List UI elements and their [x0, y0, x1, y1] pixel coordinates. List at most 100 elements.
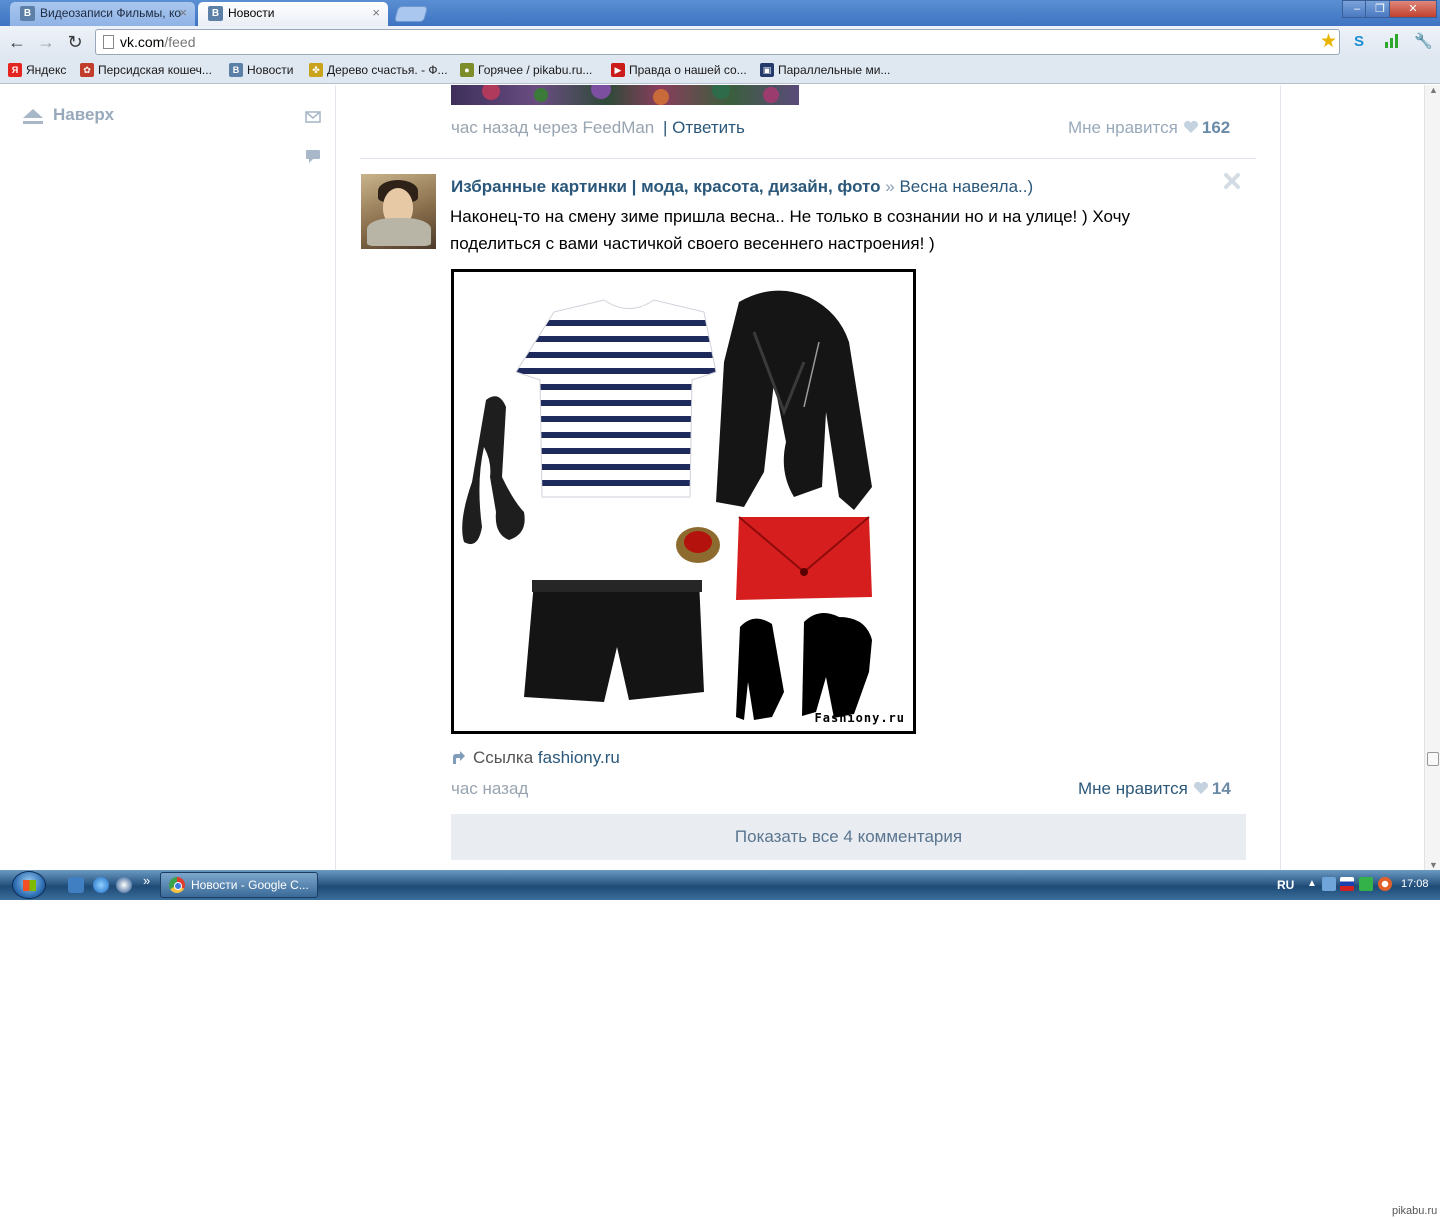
- bookmark-label: Новости: [247, 63, 294, 77]
- red-clutch: [736, 517, 872, 600]
- bookmarks-bar: Я Яндекс ✿ Персидская кошеч... В Новости…: [0, 58, 1440, 84]
- tab-news[interactable]: В Новости ×: [198, 2, 388, 26]
- new-tab-button[interactable]: [393, 6, 429, 22]
- chrome-icon: [169, 877, 185, 893]
- windows-logo-icon: [23, 880, 36, 891]
- russian-flag-icon[interactable]: [1340, 877, 1354, 891]
- scroll-up-arrow[interactable]: ▲: [1429, 85, 1438, 95]
- clock: 17:08: [1401, 878, 1429, 890]
- post-author-link[interactable]: Избранные картинки | мода, красота, диза…: [451, 177, 881, 196]
- bookmark-tree[interactable]: ✤ Дерево счастья. - Ф...: [309, 63, 448, 77]
- heart-icon: [1183, 120, 1198, 133]
- post-image[interactable]: Fashiony.ru: [451, 269, 916, 734]
- post-text: Наконец-то на смену зиме пришла весна.. …: [450, 207, 1130, 253]
- pikabu-icon: ●: [460, 63, 474, 77]
- browser-titlebar: В Видеозаписи Фильмы, ко × В Новости × –…: [0, 0, 1440, 26]
- previous-post-like[interactable]: Мне нравится 162: [1068, 118, 1230, 138]
- post-divider: [360, 158, 1256, 159]
- bookmark-label: Параллельные ми...: [778, 63, 891, 77]
- bookmark-star-icon[interactable]: ★: [1320, 30, 1337, 54]
- yandex-icon: Я: [8, 63, 22, 77]
- flower-icon: ✿: [80, 63, 94, 77]
- network-icon[interactable]: [1322, 877, 1336, 891]
- link-url[interactable]: fashiony.ru: [538, 748, 620, 767]
- windows-taskbar: » Новости - Google C... RU ▲ 17:08: [0, 870, 1440, 900]
- up-arrow-icon: [23, 109, 43, 124]
- show-desktop-icon[interactable]: [68, 877, 84, 893]
- clapper-icon: ▣: [760, 63, 774, 77]
- previous-post-time: час назад через FeedMan: [451, 118, 655, 137]
- post-like-button[interactable]: Мне нравится 14: [1078, 779, 1231, 799]
- taskbar-chrome-window[interactable]: Новости - Google C...: [160, 872, 318, 898]
- skype-icon[interactable]: S: [1350, 33, 1368, 51]
- like-count: 14: [1211, 779, 1231, 798]
- close-post-icon[interactable]: [1222, 171, 1242, 191]
- bookmark-parallel[interactable]: ▣ Параллельные ми...: [760, 63, 890, 77]
- reload-button[interactable]: ↻: [64, 31, 86, 53]
- back-button[interactable]: ←: [6, 31, 28, 53]
- quick-launch-more[interactable]: »: [143, 873, 150, 888]
- scroll-to-top-button[interactable]: Наверх: [22, 105, 114, 125]
- page-icon: [103, 35, 114, 49]
- tray-expand-icon[interactable]: ▲: [1307, 878, 1317, 889]
- scroll-to-top-label: Наверх: [53, 105, 115, 124]
- tree-icon: ✤: [309, 63, 323, 77]
- screen: В Видеозаписи Фильмы, ко × В Новости × –…: [0, 0, 1440, 900]
- close-icon[interactable]: ×: [179, 2, 187, 24]
- group-avatar[interactable]: [361, 174, 436, 249]
- like-label: Мне нравится: [1078, 779, 1188, 798]
- bookmark-youtube[interactable]: ▶ Правда о нашей со...: [611, 63, 747, 77]
- link-arrow-icon: [453, 751, 465, 764]
- content-border: [1280, 85, 1281, 870]
- post-subtitle-link[interactable]: Весна навеяла..): [899, 177, 1033, 196]
- bookmark-persian-cat[interactable]: ✿ Персидская кошеч...: [80, 63, 212, 77]
- bookmark-label: Правда о нашей со...: [629, 63, 747, 77]
- post-header-separator: »: [885, 177, 895, 196]
- wrench-icon[interactable]: 🔧: [1414, 33, 1433, 51]
- page-scrollbar[interactable]: ▲ ▼: [1424, 85, 1440, 870]
- bookmark-yandex[interactable]: Я Яндекс: [8, 63, 66, 77]
- messages-icon[interactable]: [305, 110, 321, 124]
- heart-icon: [1193, 781, 1208, 794]
- bookmark-label: Персидская кошеч...: [98, 63, 212, 77]
- vk-icon: В: [20, 6, 35, 21]
- vk-icon: В: [208, 6, 223, 21]
- previous-post-image[interactable]: [451, 85, 799, 105]
- media-player-icon[interactable]: [116, 877, 132, 893]
- reply-link[interactable]: Ответить: [672, 118, 745, 137]
- bookmark-pikabu[interactable]: ● Горячее / pikabu.ru...: [460, 63, 592, 77]
- tab-videos[interactable]: В Видеозаписи Фильмы, ко ×: [10, 2, 195, 26]
- striped-tshirt: [516, 300, 716, 497]
- post-header: Избранные картинки | мода, красота, диза…: [451, 177, 1033, 197]
- chat-icon[interactable]: [305, 149, 321, 163]
- tray-app-icon[interactable]: [1378, 877, 1392, 891]
- like-count: 162: [1201, 118, 1231, 137]
- internet-explorer-icon[interactable]: [93, 877, 109, 893]
- avatar-scarf: [367, 218, 431, 246]
- window-close-button[interactable]: ✕: [1389, 0, 1437, 18]
- scrollbar-thumb[interactable]: [1427, 752, 1439, 766]
- signal-bars-icon[interactable]: [1383, 33, 1401, 51]
- start-button[interactable]: [12, 871, 46, 899]
- leather-shorts: [524, 580, 704, 702]
- youtube-icon: ▶: [611, 63, 625, 77]
- black-ankle-boots: [736, 618, 784, 720]
- language-indicator[interactable]: RU: [1277, 878, 1294, 892]
- left-column: Наверх: [0, 85, 336, 870]
- antivirus-icon[interactable]: [1359, 877, 1373, 891]
- address-path: /feed: [164, 34, 196, 50]
- page-content: Наверх час назад через FeedMan | Ответит…: [0, 85, 1440, 870]
- bookmark-news[interactable]: В Новости: [229, 63, 293, 77]
- post-link-row: Ссылка fashiony.ru: [451, 748, 620, 768]
- tab-label: Новости: [228, 6, 275, 20]
- previous-post-meta: час назад через FeedMan | Ответить: [451, 118, 745, 138]
- post-time[interactable]: час назад: [451, 779, 528, 799]
- bookmark-label: Дерево счастья. - Ф...: [327, 63, 448, 77]
- show-comments-button[interactable]: Показать все 4 комментария: [451, 814, 1246, 860]
- like-label: Мне нравится: [1068, 118, 1178, 137]
- close-icon[interactable]: ×: [372, 2, 380, 24]
- scroll-down-arrow[interactable]: ▼: [1429, 860, 1438, 870]
- forward-button[interactable]: →: [35, 31, 57, 53]
- address-domain: vk.com: [120, 34, 165, 50]
- address-bar[interactable]: vk.com/feed ★: [95, 29, 1340, 55]
